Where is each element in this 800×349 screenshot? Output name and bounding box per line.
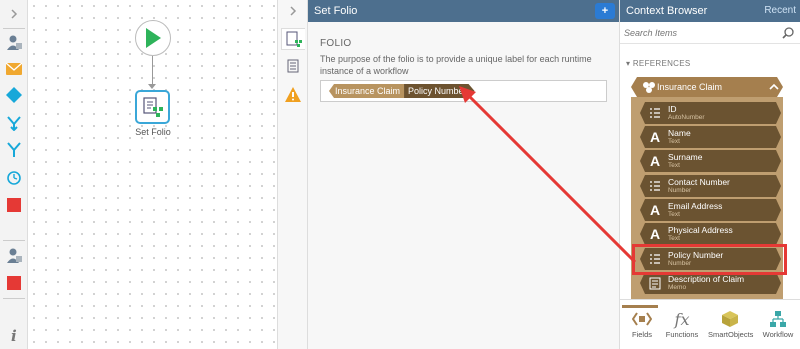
panel-title: Set Folio — [314, 5, 358, 17]
field-physical-address[interactable]: A Physical Address Text — [640, 223, 781, 245]
folio-tab-icon[interactable] — [281, 28, 305, 50]
section-title: FOLIO — [320, 38, 352, 49]
references-label: REFERENCES — [632, 59, 691, 68]
workflow-canvas[interactable]: Set Folio — [28, 0, 278, 349]
memo-icon — [648, 275, 662, 291]
field-id[interactable]: ID AutoNumber — [640, 102, 781, 124]
play-icon — [146, 28, 161, 48]
toolbar-divider — [3, 240, 25, 241]
user-group-icon[interactable] — [4, 246, 24, 266]
properties-panel: Set Folio + FOLIO The purpose of the fol… — [308, 0, 619, 349]
warning-icon[interactable] — [281, 83, 305, 105]
collapse-triangle-icon: ▾ — [626, 59, 631, 68]
info-icon[interactable]: i — [4, 325, 24, 345]
split-icon[interactable] — [4, 113, 24, 133]
expand-chevron-icon[interactable] — [4, 4, 24, 24]
field-surname[interactable]: A Surname Text — [640, 150, 781, 172]
decision-icon[interactable] — [4, 85, 24, 105]
pin-button[interactable]: + — [595, 3, 615, 19]
collapse-chevron-icon[interactable] — [278, 0, 308, 22]
connector-arrowhead — [148, 84, 156, 89]
references-heading[interactable]: ▾ REFERENCES — [626, 59, 691, 68]
merge-icon[interactable] — [4, 140, 24, 160]
context-title: Context Browser — [626, 5, 708, 17]
workflow-icon — [756, 308, 800, 330]
left-toolbar: i — [0, 0, 28, 349]
recent-link[interactable]: Recent — [764, 5, 796, 16]
text-icon: A — [649, 226, 661, 242]
email-icon[interactable] — [4, 59, 24, 79]
context-browser: Context Browser Recent ▾ REFERENCES Insu… — [619, 0, 800, 349]
set-folio-icon — [142, 97, 163, 117]
text-icon: A — [649, 153, 661, 169]
group-label: Insurance Claim — [657, 82, 723, 92]
field-description-of-claim[interactable]: Description of Claim Memo — [640, 272, 781, 294]
fields-icon — [620, 308, 664, 330]
highlight-box — [632, 244, 787, 275]
folio-expression-field[interactable]: Insurance Claim Policy Number — [320, 80, 607, 102]
stop-icon[interactable] — [4, 195, 24, 215]
set-folio-node-label: Set Folio — [135, 127, 171, 137]
set-folio-node[interactable] — [135, 90, 170, 124]
user-task-icon[interactable] — [4, 33, 24, 53]
panel-tab-strip — [278, 0, 308, 349]
text-icon: A — [649, 129, 661, 145]
active-tab-indicator — [622, 305, 658, 308]
context-search — [620, 22, 800, 44]
tab-fields[interactable]: Fields — [620, 305, 664, 339]
field-name[interactable]: A Name Text — [640, 126, 781, 148]
field-contact-number[interactable]: Contact Number Number — [640, 175, 781, 197]
panel-header: Set Folio + — [308, 0, 619, 22]
start-node[interactable] — [135, 20, 171, 56]
tab-functions[interactable]: fx Functions — [660, 308, 704, 340]
toolbar-divider — [3, 28, 25, 29]
properties-tab-icon[interactable] — [281, 55, 305, 77]
tab-workflow[interactable]: Workflow — [756, 308, 800, 339]
token-insurance-claim: Insurance Claim — [329, 84, 405, 98]
svg-text:i: i — [11, 327, 17, 343]
token-policy-number: Policy Number — [404, 84, 475, 98]
stop-icon[interactable] — [4, 273, 24, 293]
context-bottom-tabs: Fields fx Functions SmartObjects Workflo… — [620, 299, 800, 349]
smartobject-icon — [643, 82, 655, 93]
list-icon — [648, 105, 662, 121]
list-icon — [648, 178, 662, 194]
section-description: The purpose of the folio is to provide a… — [320, 54, 592, 76]
tab-smartobjects[interactable]: SmartObjects — [708, 308, 753, 339]
toolbar-divider — [3, 298, 25, 299]
search-icon[interactable] — [782, 27, 794, 39]
function-icon: fx — [674, 309, 690, 329]
context-header: Context Browser Recent — [620, 0, 800, 22]
field-email-address[interactable]: A Email Address Text — [640, 199, 781, 221]
timer-icon[interactable] — [4, 167, 24, 187]
connector-line — [152, 56, 153, 86]
cube-icon — [708, 308, 752, 330]
folio-token[interactable]: Insurance Claim Policy Number — [329, 84, 475, 98]
chevron-up-icon[interactable] — [769, 82, 779, 92]
search-input[interactable] — [624, 23, 774, 43]
text-icon: A — [649, 202, 661, 218]
